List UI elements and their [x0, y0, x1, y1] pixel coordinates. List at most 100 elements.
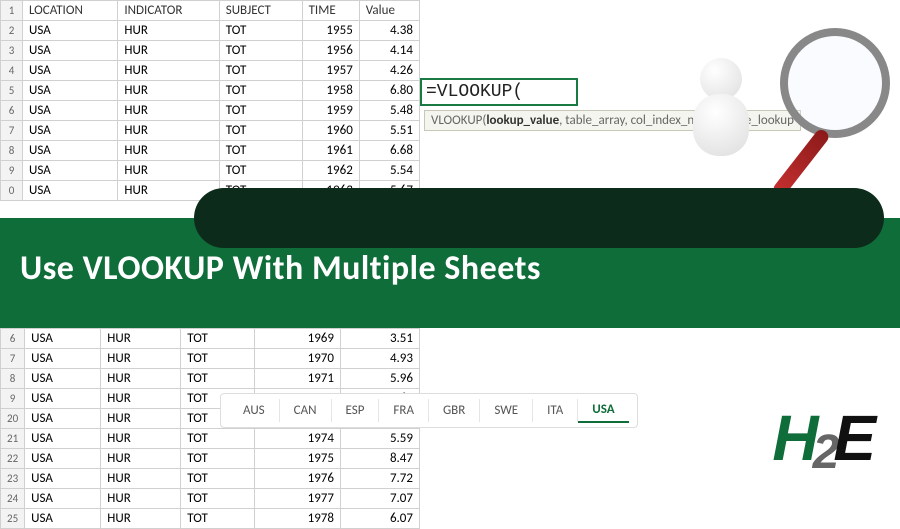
cell[interactable]: USA [25, 509, 101, 529]
cell[interactable]: 1962 [302, 161, 359, 181]
col-location[interactable]: LOCATION [23, 1, 118, 21]
cell[interactable]: USA [25, 449, 101, 469]
cell[interactable]: HUR [118, 81, 219, 101]
cell[interactable]: TOT [181, 489, 255, 509]
cell[interactable]: 7.07 [340, 489, 419, 509]
cell[interactable]: USA [23, 81, 118, 101]
cell[interactable]: USA [25, 489, 101, 509]
col-indicator[interactable]: INDICATOR [118, 1, 219, 21]
cell[interactable]: 1969 [254, 329, 340, 349]
cell[interactable]: TOT [219, 101, 302, 121]
table-row[interactable]: 6USAHURTOT19693.51 [1, 329, 420, 349]
cell[interactable]: 6.07 [340, 509, 419, 529]
cell[interactable]: HUR [101, 389, 181, 409]
cell[interactable]: HUR [101, 329, 181, 349]
cell[interactable]: TOT [181, 469, 255, 489]
cell[interactable]: TOT [181, 449, 255, 469]
table-row[interactable]: 5USAHURTOT19586.80 [1, 81, 420, 101]
table-row[interactable]: 4USAHURTOT19574.26 [1, 61, 420, 81]
cell[interactable]: HUR [101, 349, 181, 369]
cell[interactable]: 1974 [254, 429, 340, 449]
cell[interactable]: HUR [118, 21, 219, 41]
cell[interactable]: TOT [219, 41, 302, 61]
cell[interactable]: TOT [181, 429, 255, 449]
cell[interactable]: TOT [219, 141, 302, 161]
table-row[interactable]: 9USAHURTOT19625.54 [1, 161, 420, 181]
cell[interactable]: 1977 [254, 489, 340, 509]
cell[interactable]: 6.68 [359, 141, 419, 161]
cell[interactable]: 1959 [302, 101, 359, 121]
cell[interactable]: TOT [219, 121, 302, 141]
cell[interactable]: HUR [101, 409, 181, 429]
cell[interactable]: 1961 [302, 141, 359, 161]
table-row[interactable]: 8USAHURTOT19715.96 [1, 369, 420, 389]
cell[interactable]: HUR [118, 121, 219, 141]
table-row[interactable]: 23USAHURTOT19767.72 [1, 469, 420, 489]
cell[interactable]: HUR [118, 161, 219, 181]
cell[interactable]: USA [25, 329, 101, 349]
table-row[interactable]: 3USAHURTOT19564.14 [1, 41, 420, 61]
cell[interactable]: 1956 [302, 41, 359, 61]
cell[interactable]: 1970 [254, 349, 340, 369]
cell[interactable]: 1971 [254, 369, 340, 389]
cell[interactable]: HUR [118, 101, 219, 121]
cell[interactable]: USA [23, 101, 118, 121]
sheet-tab-fra[interactable]: FRA [379, 399, 429, 422]
cell[interactable]: 1976 [254, 469, 340, 489]
table-row[interactable]: 6USAHURTOT19595.48 [1, 101, 420, 121]
cell[interactable]: HUR [101, 369, 181, 389]
cell[interactable]: 5.51 [359, 121, 419, 141]
col-subject[interactable]: SUBJECT [219, 1, 302, 21]
cell[interactable]: USA [23, 141, 118, 161]
cell[interactable]: USA [25, 369, 101, 389]
table-row[interactable]: 24USAHURTOT19777.07 [1, 489, 420, 509]
cell[interactable]: 4.38 [359, 21, 419, 41]
cell[interactable]: HUR [101, 449, 181, 469]
cell[interactable]: USA [23, 181, 118, 201]
table-row[interactable]: 21USAHURTOT19745.59 [1, 429, 420, 449]
cell[interactable]: TOT [181, 349, 255, 369]
sheet-tab-esp[interactable]: ESP [332, 399, 380, 422]
table-row[interactable]: 8USAHURTOT19616.68 [1, 141, 420, 161]
cell[interactable]: TOT [181, 369, 255, 389]
cell[interactable]: USA [25, 349, 101, 369]
data-table-bottom[interactable]: 6USAHURTOT19693.51 7USAHURTOT19704.93 8U… [0, 328, 420, 529]
cell[interactable]: TOT [219, 61, 302, 81]
cell[interactable]: 1975 [254, 449, 340, 469]
active-cell-formula[interactable]: =VLOOKUP( [420, 78, 578, 106]
sheet-tab-aus[interactable]: AUS [229, 399, 280, 422]
cell[interactable]: USA [25, 429, 101, 449]
cell[interactable]: 5.54 [359, 161, 419, 181]
cell[interactable]: 5.96 [340, 369, 419, 389]
sheet-tab-ita[interactable]: ITA [533, 399, 578, 422]
cell[interactable]: 1958 [302, 81, 359, 101]
cell[interactable]: 4.26 [359, 61, 419, 81]
table-row[interactable]: 25USAHURTOT19786.07 [1, 509, 420, 529]
cell[interactable]: HUR [101, 489, 181, 509]
cell[interactable]: 4.14 [359, 41, 419, 61]
table-row[interactable]: 7USAHURTOT19605.51 [1, 121, 420, 141]
sheet-tab-gbr[interactable]: GBR [429, 399, 480, 422]
cell[interactable]: USA [23, 61, 118, 81]
cell[interactable]: TOT [181, 329, 255, 349]
cell[interactable]: HUR [101, 429, 181, 449]
cell[interactable]: 5.59 [340, 429, 419, 449]
data-table-top[interactable]: 1 LOCATION INDICATOR SUBJECT TIME Value … [0, 0, 420, 201]
cell[interactable]: USA [25, 409, 101, 429]
cell[interactable]: USA [23, 121, 118, 141]
cell[interactable]: HUR [101, 509, 181, 529]
cell[interactable]: 1960 [302, 121, 359, 141]
cell[interactable]: USA [25, 389, 101, 409]
col-time[interactable]: TIME [302, 1, 359, 21]
table-row[interactable]: 7USAHURTOT19704.93 [1, 349, 420, 369]
table-row[interactable]: 22USAHURTOT19758.47 [1, 449, 420, 469]
cell[interactable]: TOT [181, 509, 255, 529]
cell[interactable]: 3.51 [340, 329, 419, 349]
col-value[interactable]: Value [359, 1, 419, 21]
cell[interactable]: HUR [118, 141, 219, 161]
sheet-tab-can[interactable]: CAN [280, 399, 332, 422]
cell[interactable]: HUR [101, 469, 181, 489]
sheet-tabs[interactable]: AUS CAN ESP FRA GBR SWE ITA USA [220, 393, 638, 428]
cell[interactable]: 1978 [254, 509, 340, 529]
sheet-tab-swe[interactable]: SWE [480, 399, 533, 422]
